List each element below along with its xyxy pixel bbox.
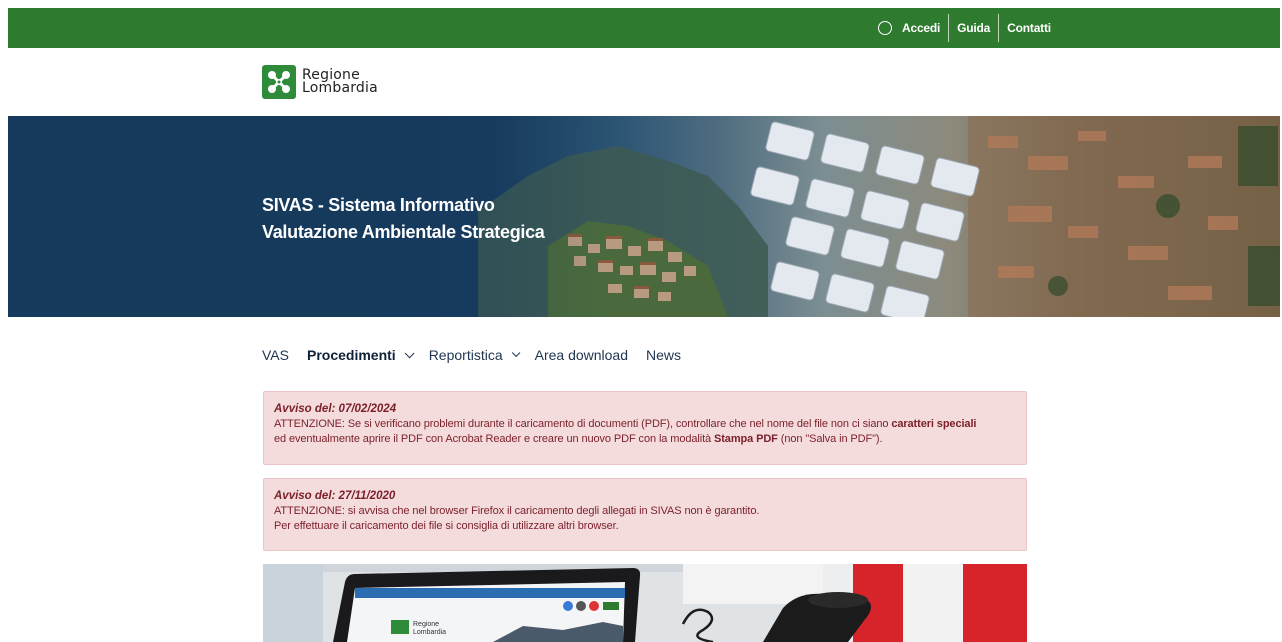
- alert-text: (non "Salva in PDF").: [777, 433, 883, 445]
- logo-line-2: Lombardia: [302, 80, 378, 96]
- regione-lombardia-logo[interactable]: Regione Lombardia: [262, 65, 378, 99]
- alert-emphasis: Stampa PDF: [714, 433, 778, 445]
- screen-logo-line-1: Regione: [413, 621, 439, 628]
- nav-item-label: Procedimenti: [306, 347, 396, 363]
- alert-text-line: ATTENZIONE: Se si verificano problemi du…: [274, 417, 1016, 432]
- nav-item-area-download[interactable]: Area download: [535, 347, 628, 363]
- contacts-link[interactable]: Contatti: [998, 14, 1059, 42]
- nav-item-label: Reportistica: [428, 347, 503, 363]
- nav-item-label: News: [646, 347, 682, 363]
- office-photo-image: Regione Lombardia: [263, 564, 1027, 642]
- screen-logo-line-2: Lombardia: [413, 629, 446, 636]
- nav-item-reportistica[interactable]: Reportistica: [428, 347, 520, 363]
- alert-text-line: ATTENZIONE: si avvisa che nel browser Fi…: [274, 505, 760, 517]
- guide-link[interactable]: Guida: [948, 14, 998, 42]
- top-bar-links: Accedi Guida Contatti: [870, 8, 1059, 48]
- user-icon: [878, 21, 892, 35]
- hero-image: [8, 116, 1280, 317]
- alert-text: ATTENZIONE: Se si verificano problemi du…: [274, 418, 892, 430]
- alert-notice: Avviso del: 27/11/2020 ATTENZIONE: si av…: [263, 478, 1027, 551]
- nav-item-label: VAS: [262, 347, 289, 363]
- nav-item-label: Area download: [534, 347, 629, 363]
- alert-title: Avviso del: 07/02/2024: [274, 403, 397, 415]
- alert-title: Avviso del: 27/11/2020: [274, 490, 396, 502]
- top-bar: Accedi Guida Contatti: [8, 8, 1280, 48]
- login-link[interactable]: Accedi: [870, 14, 948, 42]
- logo-text: Regione Lombardia: [302, 68, 378, 96]
- alert-notice: Avviso del: 07/02/2024 ATTENZIONE: Se si…: [263, 391, 1027, 465]
- alert-text-line: ed eventualmente aprire il PDF con Acrob…: [274, 432, 1016, 447]
- rosa-camuna-icon: [262, 65, 296, 99]
- alert-emphasis: caratteri speciali: [891, 418, 977, 430]
- login-label: Accedi: [902, 21, 941, 35]
- alert-text-line: Per effettuare il caricamento dei file s…: [274, 520, 619, 532]
- alert-text: ed eventualmente aprire il PDF con Acrob…: [274, 433, 714, 445]
- nav-item-news[interactable]: News: [646, 347, 681, 363]
- hero-title-line-2: Valutazione Ambientale Strategica: [262, 222, 545, 242]
- hero-banner: SIVAS - Sistema Informativo Valutazione …: [8, 116, 1280, 317]
- office-photo: Regione Lombardia: [263, 564, 1027, 642]
- hero-title-line-1: SIVAS - Sistema Informativo: [262, 195, 495, 215]
- hero-title: SIVAS - Sistema Informativo Valutazione …: [262, 192, 545, 246]
- chevron-down-icon: [404, 347, 415, 358]
- main-nav: VAS Procedimenti Reportistica Area downl…: [262, 345, 699, 365]
- chevron-down-icon: [511, 348, 520, 358]
- nav-item-procedimenti[interactable]: Procedimenti: [306, 347, 415, 363]
- nav-item-vas[interactable]: VAS: [262, 347, 289, 363]
